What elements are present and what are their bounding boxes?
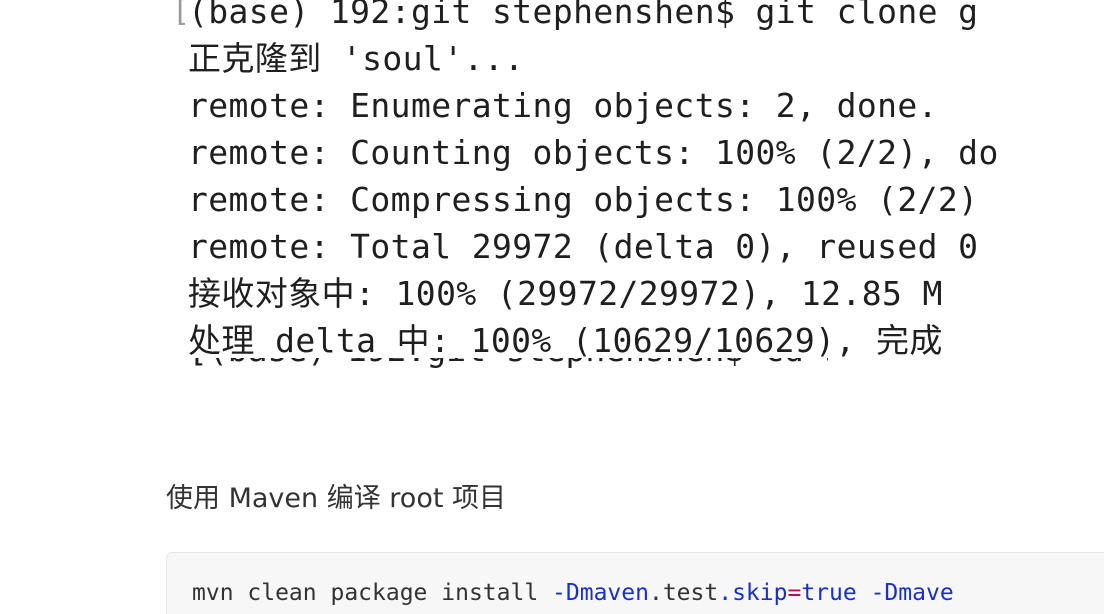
terminal-cropped-text: [(base) 192:git stephenshen$ cd soul	[188, 358, 828, 369]
terminal-line: 处理 delta 中: 100% (10629/10629), 完成	[188, 321, 943, 360]
paragraph-text: 使用 Maven 编译 root 项目	[166, 483, 507, 514]
code-operator: =	[787, 580, 802, 606]
terminal-line: remote: Total 29972 (delta 0), reused 0	[188, 227, 979, 266]
code-flag: -Dmaven	[552, 580, 649, 606]
terminal-line-cropped: [(base) 192:git stephenshen$ cd soul	[188, 358, 828, 372]
code-line: mvn clean package install -Dmaven.test.s…	[192, 580, 954, 606]
code-property-key: .skip	[718, 580, 788, 606]
code-value: true	[801, 580, 857, 606]
terminal-line: 正克隆到 'soul'...	[188, 39, 525, 78]
terminal-line: (base) 192:git stephenshen$ git clone g	[188, 0, 979, 31]
terminal-line: 接收对象中: 100% (29972/29972), 12.85 M	[188, 274, 943, 313]
terminal-line: remote: Counting objects: 100% (2/2), do	[188, 133, 999, 172]
terminal-line: remote: Enumerating objects: 2, done.	[188, 86, 938, 125]
code-flag: -Dmave	[870, 580, 954, 606]
terminal-line: remote: Compressing objects: 100% (2/2)	[188, 180, 979, 219]
code-block: mvn clean package install -Dmaven.test.s…	[166, 552, 1104, 614]
code-property: .test	[648, 580, 719, 606]
terminal-screenshot: [ (base) 192:git stephenshen$ git clone …	[166, 0, 1104, 372]
code-command: mvn clean package install	[192, 580, 553, 606]
